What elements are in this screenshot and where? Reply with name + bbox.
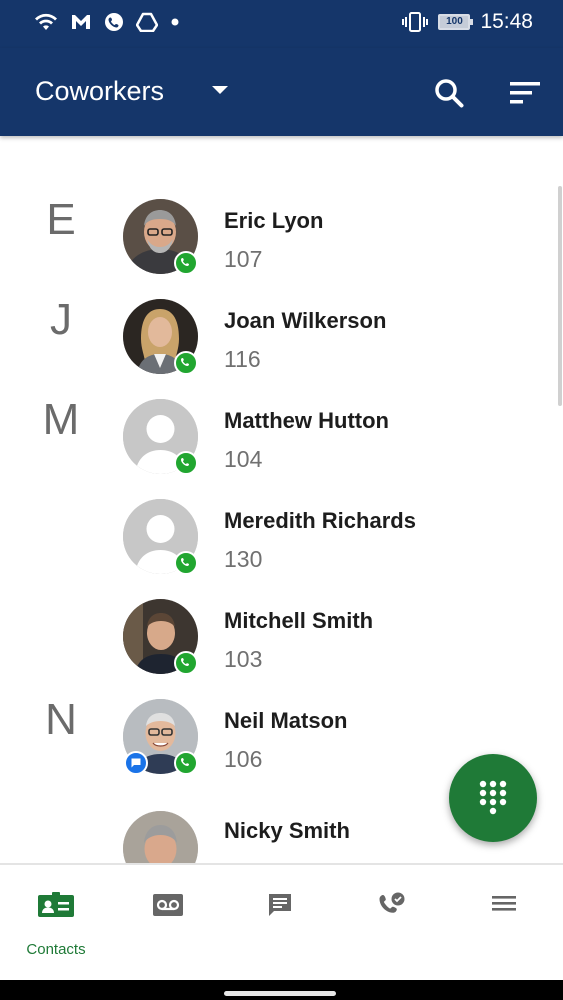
battery-icon: 100	[438, 14, 474, 30]
avatar[interactable]	[123, 811, 198, 863]
list-scrollbar[interactable]	[558, 186, 562, 406]
nav-call-history[interactable]	[336, 865, 448, 980]
contact-list[interactable]: E Eric Lyon 107 J Joan Wilkerson 116 M M…	[0, 136, 563, 863]
contact-name: Nicky Smith	[224, 818, 350, 843]
nav-contacts-label: Contacts	[26, 941, 86, 958]
sort-icon[interactable]	[508, 78, 542, 108]
search-icon[interactable]	[432, 76, 466, 110]
contact-row[interactable]: Mitchell Smith 103	[0, 578, 563, 678]
contact-extension: 130	[224, 546, 263, 572]
contact-extension: 106	[224, 746, 263, 772]
home-gesture-handle[interactable]	[224, 991, 336, 996]
bottom-navigation: Contacts	[0, 863, 563, 980]
contact-extension: 116	[224, 346, 261, 372]
contact-name: Mitchell Smith	[224, 608, 374, 633]
chat-presence-icon	[124, 751, 148, 775]
dialpad-button[interactable]	[449, 754, 537, 842]
contact-name: Meredith Richards	[224, 508, 416, 533]
status-icons-left	[34, 12, 180, 32]
voicemail-icon	[153, 894, 183, 916]
section-letter: E	[46, 195, 76, 244]
phone-presence-icon	[174, 351, 198, 375]
section-letter: N	[45, 695, 77, 744]
system-gesture-bar	[0, 980, 563, 1000]
app-bar: Coworkers	[0, 48, 563, 136]
battery-level: 100	[446, 16, 463, 27]
contact-extension: 104	[224, 446, 263, 472]
status-icons-right: 100 15:48	[402, 10, 533, 34]
contact-extension: 107	[224, 246, 263, 272]
contact-extension: 103	[224, 646, 263, 672]
contact-group-title[interactable]: Coworkers	[35, 76, 164, 107]
contact-name: Matthew Hutton	[224, 408, 389, 433]
phone-presence-icon	[174, 251, 198, 275]
drive-icon	[136, 12, 158, 32]
dot-icon	[171, 18, 179, 26]
menu-icon	[492, 896, 516, 911]
section-letter: M	[42, 395, 80, 444]
dialpad-icon	[479, 780, 507, 815]
phone-presence-icon	[174, 551, 198, 575]
wifi-icon	[35, 13, 57, 30]
phone-presence-icon	[174, 451, 198, 475]
contact-name: Neil Matson	[224, 708, 348, 733]
status-time: 15:48	[480, 10, 533, 33]
contact-name: Joan Wilkerson	[224, 308, 387, 333]
contact-row[interactable]: Meredith Richards 130	[0, 478, 563, 578]
gmail-icon	[72, 15, 90, 29]
call-history-icon	[379, 892, 405, 913]
phone-presence-icon	[174, 751, 198, 775]
status-bar: 100 15:48	[0, 0, 563, 48]
contact-row[interactable]: M Matthew Hutton 104	[0, 378, 563, 478]
contact-name: Eric Lyon	[224, 208, 324, 233]
nav-contacts[interactable]: Contacts	[0, 865, 112, 980]
dropdown-caret-icon[interactable]	[212, 86, 228, 94]
avatar-photo	[123, 811, 198, 863]
phone-presence-icon	[174, 651, 198, 675]
nav-messages[interactable]	[224, 865, 336, 980]
nav-menu[interactable]	[448, 865, 560, 980]
contact-row[interactable]: J Joan Wilkerson 116	[0, 278, 563, 378]
section-letter: J	[50, 295, 72, 344]
nav-voicemail[interactable]	[112, 865, 224, 980]
call-app-icon	[105, 13, 123, 31]
vibrate-icon	[402, 12, 429, 32]
contact-row[interactable]: E Eric Lyon 107	[0, 178, 563, 278]
contacts-icon	[38, 892, 74, 917]
chat-icon	[269, 894, 291, 916]
